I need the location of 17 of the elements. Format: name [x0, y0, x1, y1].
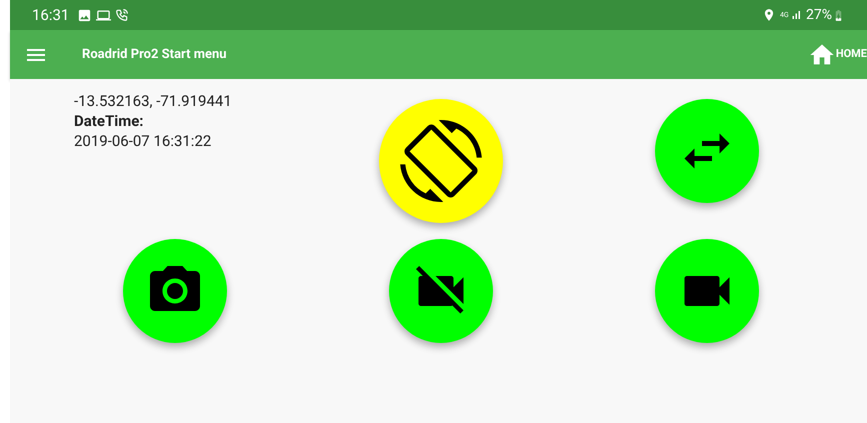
phone-icon	[115, 8, 130, 22]
datetime-label: DateTime:	[74, 111, 145, 131]
image-icon	[77, 8, 92, 22]
home-button[interactable]: HOME	[808, 40, 867, 68]
camera-button[interactable]	[123, 239, 227, 343]
coordinates-text: -13.532163, -71.919441	[74, 91, 233, 111]
status-time: 16:31	[32, 4, 70, 26]
video-button[interactable]	[389, 239, 493, 343]
video-button[interactable]	[655, 239, 759, 343]
app-title: Roadrid Pro2 Start menu	[82, 46, 227, 64]
battery-percent: 27%	[806, 6, 832, 24]
screen-rotation-icon	[400, 120, 482, 202]
location-icon	[762, 8, 776, 22]
datetime-value: 2019-06-07 16:31:22	[74, 131, 212, 151]
signal-icon	[790, 9, 802, 21]
laptop-icon	[96, 8, 112, 22]
swap-button[interactable]	[655, 99, 759, 203]
